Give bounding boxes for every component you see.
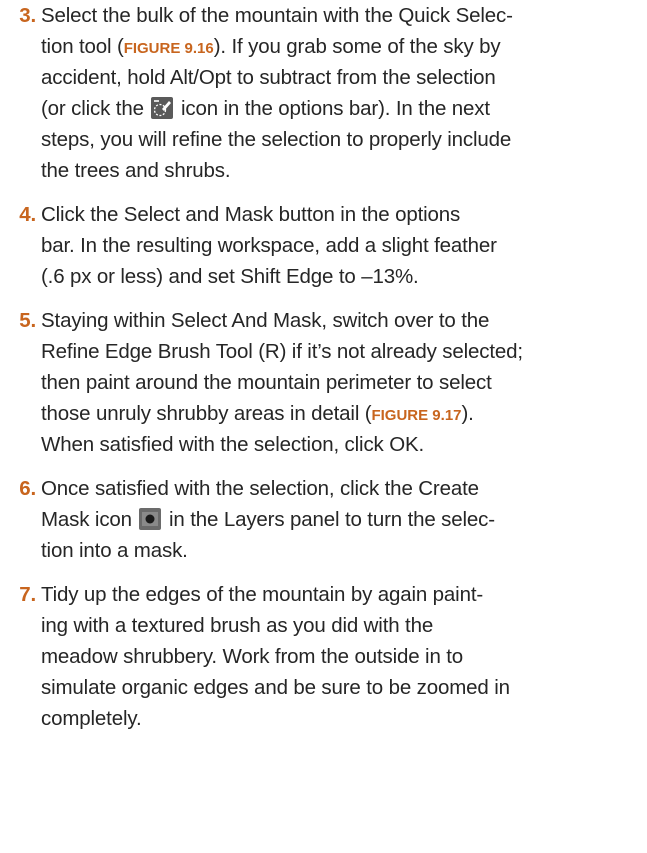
step-number: 4. (19, 203, 36, 226)
step-number: 3. (19, 4, 36, 27)
text-line: (.6 px or less) and set Shift Edge to –1… (41, 265, 419, 288)
text-line: simulate organic edges and be sure to be… (41, 676, 510, 699)
text-line: those unruly shrubby areas in detail (FI… (41, 402, 474, 425)
step-number: 7. (19, 583, 36, 606)
text-line: meadow shrubbery. Work from the outside … (41, 645, 464, 668)
text-line: tion tool (FIGURE 9.16). If you grab som… (41, 35, 501, 58)
text-line: When satisfied with the selection, click… (41, 433, 425, 456)
text-line: Mask icon in the Layers panel to turn th… (41, 508, 495, 531)
step-number: 5. (19, 309, 36, 332)
text-line: Refine Edge Brush Tool (R) if it’s not a… (41, 340, 523, 363)
figure-reference: FIGURE 9.17 (371, 407, 462, 424)
figure-reference: FIGURE 9.16 (123, 40, 214, 57)
text-line: steps, you will refine the selection to … (41, 128, 512, 151)
text-line: completely. (41, 707, 142, 730)
text-line: Click the Select and Mask button in the … (41, 203, 461, 226)
text-line: the trees and shrubs. (41, 159, 231, 182)
text-line: Tidy up the edges of the mountain by aga… (41, 583, 484, 606)
text-line: Staying within Select And Mask, switch o… (41, 309, 490, 332)
text-line: (or click the icon in the options bar). … (41, 97, 490, 120)
text-line: bar. In the resulting workspace, add a s… (41, 234, 497, 257)
text-line: accident, hold Alt/Opt to subtract from … (41, 66, 496, 89)
step-number: 6. (19, 477, 36, 500)
quick-selection-subtract-icon (151, 97, 174, 119)
text-line: Select the bulk of the mountain with the… (41, 4, 513, 27)
document-page: 3. Select the bulk of the mountain with … (0, 0, 647, 853)
text-line: Once satisfied with the selection, click… (41, 477, 479, 500)
text-line: ing with a textured brush as you did wit… (41, 614, 434, 637)
text-line: tion into a mask. (41, 539, 188, 562)
create-mask-icon (139, 508, 162, 530)
text-line: then paint around the mountain perimeter… (41, 371, 492, 394)
